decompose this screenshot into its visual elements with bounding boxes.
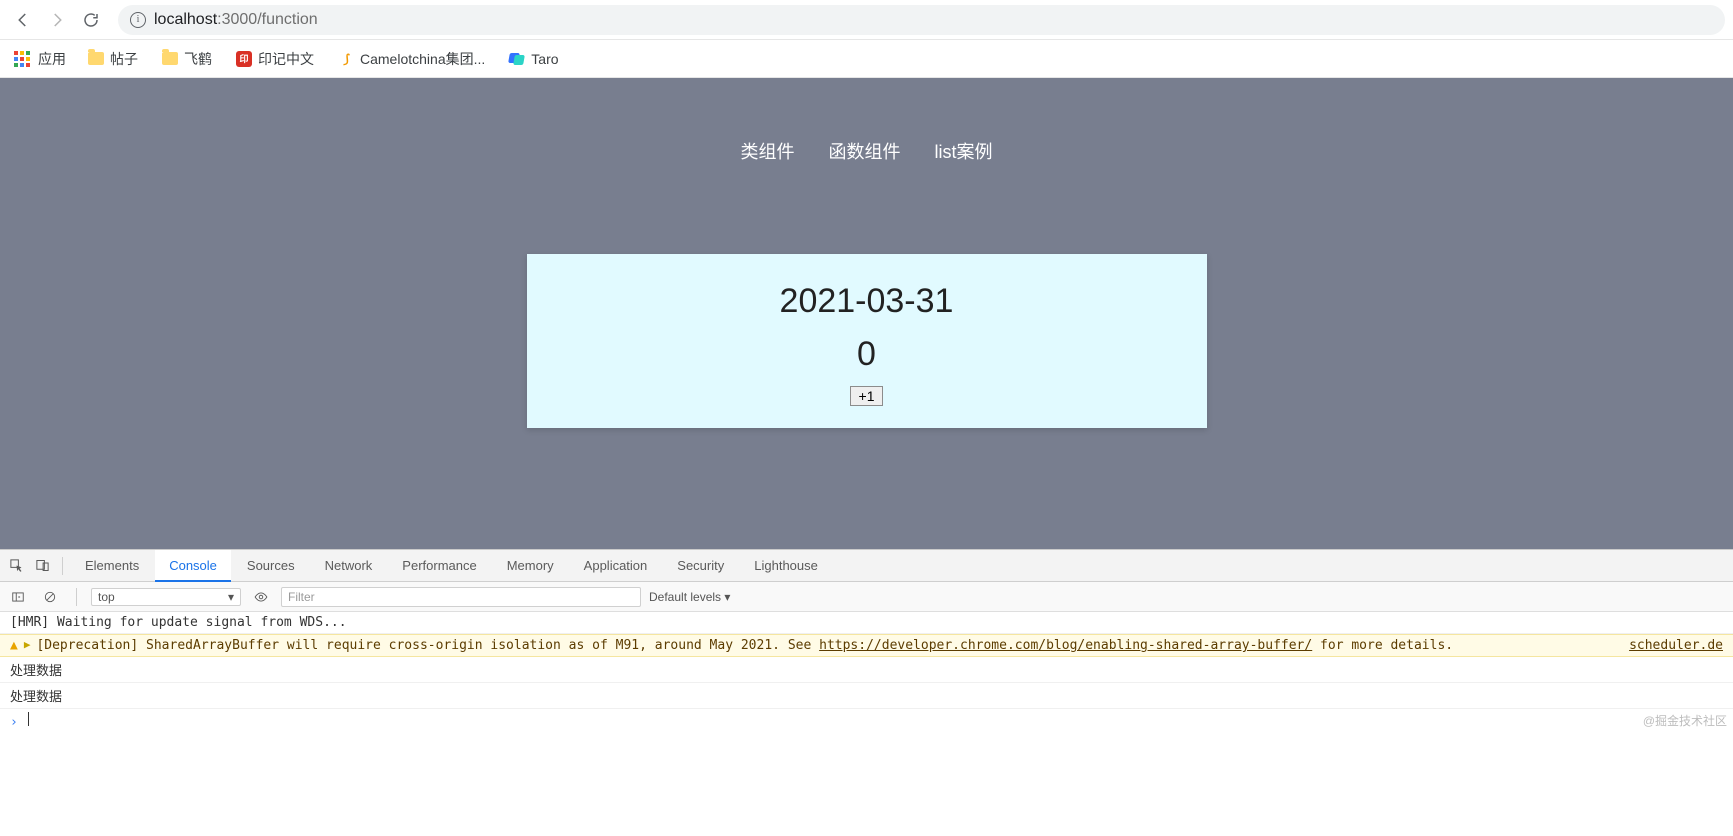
count-display: 0 [547,335,1187,374]
browser-toolbar: i localhost:3000/function [0,0,1733,40]
chevron-down-icon: ▾ [228,590,234,604]
device-icon [35,558,50,573]
bookmark-item[interactable]: 帖子 [78,45,148,73]
back-button[interactable] [8,5,38,35]
inspect-icon [9,558,24,573]
site-info-icon[interactable]: i [130,12,146,28]
bookmark-label: 飞鹤 [184,49,212,69]
apps-label: 应用 [38,49,66,69]
apps-button[interactable]: 应用 [6,45,74,73]
chevron-right-icon: › [10,715,18,730]
devtools-tab-sources[interactable]: Sources [233,550,309,582]
page-viewport: 类组件 函数组件 list案例 2021-03-31 0 +1 [0,78,1733,549]
separator [62,557,63,575]
execution-context-selector[interactable]: top ▾ [91,588,241,606]
bookmarks-bar: 应用 帖子 飞鹤 印 印记中文 ⟆ Camelotchina集团... Taro [0,40,1733,78]
log-levels-selector[interactable]: Default levels ▾ [649,590,730,604]
demo-card: 2021-03-31 0 +1 [527,254,1207,428]
devtools-tab-network[interactable]: Network [311,550,387,582]
url-host: localhost [154,11,217,28]
devtools-tabstrip: Elements Console Sources Network Perform… [0,550,1733,582]
bookmark-item[interactable]: Taro [499,47,568,71]
devtools-tab-lighthouse[interactable]: Lighthouse [740,550,832,582]
reload-button[interactable] [76,5,106,35]
url-text: localhost:3000/function [154,11,318,29]
text-cursor [28,712,29,726]
devtools-tab-elements[interactable]: Elements [71,550,153,582]
bookmark-label: 印记中文 [258,49,314,69]
bookmark-item[interactable]: 飞鹤 [152,45,222,73]
date-display: 2021-03-31 [547,282,1187,321]
log-text: [Deprecation] SharedArrayBuffer will req… [36,638,1453,653]
console-sidebar-toggle[interactable] [6,585,30,609]
warning-icon: ▲ [10,638,18,653]
levels-label: Default levels ▾ [649,590,730,604]
console-log-row: 处理数据 [0,657,1733,683]
filter-placeholder: Filter [288,590,315,604]
bookmark-item[interactable]: ⟆ Camelotchina集团... [328,45,495,73]
log-text: [HMR] Waiting for update signal from WDS… [10,615,347,630]
inspect-element-button[interactable] [4,554,28,578]
bookmark-item[interactable]: 印 印记中文 [226,45,324,73]
log-text: 处理数据 [10,660,62,679]
devtools-panel: Elements Console Sources Network Perform… [0,549,1733,733]
address-bar[interactable]: i localhost:3000/function [118,5,1725,35]
bookmark-label: 帖子 [110,49,138,69]
nav-link-list-example[interactable]: list案例 [935,138,993,164]
reload-icon [82,11,100,29]
forward-button[interactable] [42,5,72,35]
devtools-tab-application[interactable]: Application [570,550,662,582]
context-label: top [98,590,115,604]
site-icon: 印 [236,51,252,67]
site-icon: ⟆ [338,51,354,67]
folder-icon [162,51,178,67]
devtools-tab-performance[interactable]: Performance [388,550,490,582]
console-warning-row: ▲ ▶ [Deprecation] SharedArrayBuffer will… [0,634,1733,657]
arrow-left-icon [14,11,32,29]
console-toolbar: top ▾ Filter Default levels ▾ [0,582,1733,612]
device-toolbar-button[interactable] [30,554,54,578]
page-nav: 类组件 函数组件 list案例 [0,78,1733,164]
console-log-row: [HMR] Waiting for update signal from WDS… [0,612,1733,634]
log-source-link[interactable]: scheduler.de [1629,638,1723,653]
devtools-tab-console[interactable]: Console [155,550,231,582]
log-text: 处理数据 [10,686,62,705]
eye-icon [254,590,268,604]
bookmark-label: Taro [531,51,558,67]
sidebar-icon [11,590,25,604]
console-output: [HMR] Waiting for update signal from WDS… [0,612,1733,733]
site-icon [509,51,525,67]
separator [76,588,77,606]
increment-button[interactable]: +1 [850,386,884,406]
expand-caret-icon[interactable]: ▶ [24,638,31,651]
devtools-tab-security[interactable]: Security [663,550,738,582]
clear-console-button[interactable] [38,585,62,609]
url-path: :3000/function [217,11,318,28]
console-log-row: 处理数据 [0,683,1733,709]
nav-link-function-component[interactable]: 函数组件 [829,138,901,164]
warning-link[interactable]: https://developer.chrome.com/blog/enabli… [819,638,1312,653]
live-expression-button[interactable] [249,585,273,609]
folder-icon [88,51,104,67]
watermark: @掘金技术社区 [1643,712,1727,729]
clear-icon [43,590,57,604]
nav-link-class-component[interactable]: 类组件 [741,138,795,164]
console-filter-input[interactable]: Filter [281,587,641,607]
bookmark-label: Camelotchina集团... [360,49,485,69]
apps-grid-icon [14,51,30,67]
arrow-right-icon [48,11,66,29]
devtools-tab-memory[interactable]: Memory [493,550,568,582]
console-prompt[interactable]: › [0,709,1733,733]
